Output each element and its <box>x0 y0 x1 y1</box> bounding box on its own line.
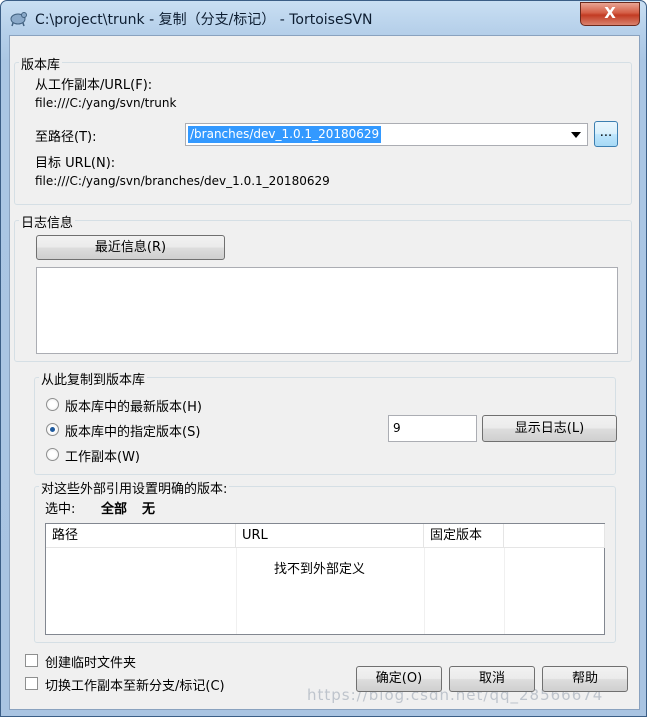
column-divider <box>424 548 425 634</box>
specific-revision-label[interactable]: 版本库中的指定版本(S) <box>65 421 200 440</box>
create-temp-folder-checkbox[interactable] <box>25 654 38 667</box>
empty-externals-message: 找不到外部定义 <box>274 562 366 577</box>
to-path-label: 至路径(T): <box>35 130 97 145</box>
from-path: file:///C:/yang/svn/trunk <box>35 96 177 110</box>
select-label: 选中: <box>45 502 76 517</box>
externals-group: 对这些外部引用设置明确的版本: 选中: 全部 无 路径 URL 固定版本 找不到… <box>34 478 616 643</box>
create-temp-folder-label[interactable]: 创建临时文件夹 <box>45 652 136 671</box>
radio-working-copy[interactable] <box>46 448 59 461</box>
column-url-label: URL <box>242 528 268 543</box>
close-icon: X <box>604 4 616 22</box>
column-url[interactable]: URL <box>236 524 424 548</box>
to-path-combo[interactable]: /branches/dev_1.0.1_20180629 <box>185 123 588 146</box>
copy-from-group: 从此复制到版本库 版本库中的最新版本(H) 版本库中的指定版本(S) 工作副本(… <box>34 369 617 475</box>
column-extra[interactable] <box>504 524 605 548</box>
externals-group-title: 对这些外部引用设置明确的版本: <box>39 478 230 497</box>
from-label: 从工作副本/URL(F): <box>35 78 153 93</box>
dialog-client: 版本库 从工作副本/URL(F): file:///C:/yang/svn/tr… <box>9 35 640 710</box>
chevron-down-icon[interactable] <box>571 132 581 138</box>
title-bar[interactable]: C:\project\trunk - 复制（分支/标记） - TortoiseS… <box>1 1 646 35</box>
dialog-window: C:\project\trunk - 复制（分支/标记） - TortoiseS… <box>0 0 647 717</box>
column-pinned-revision[interactable]: 固定版本 <box>424 524 504 548</box>
column-path[interactable]: 路径 <box>46 524 236 548</box>
column-pinned-label: 固定版本 <box>430 528 483 543</box>
select-none-link[interactable]: 无 <box>142 498 155 517</box>
column-path-label: 路径 <box>52 528 79 543</box>
target-url-label: 目标 URL(N): <box>35 156 116 171</box>
select-all-link[interactable]: 全部 <box>101 498 127 517</box>
recent-messages-button[interactable]: 最近信息(R) <box>36 235 225 260</box>
close-button[interactable]: X <box>580 2 640 26</box>
externals-list[interactable]: 路径 URL 固定版本 找不到外部定义 <box>45 523 605 635</box>
radio-head-revision[interactable] <box>46 398 59 411</box>
switch-working-copy-label[interactable]: 切换工作副本至新分支/标记(C) <box>45 675 225 694</box>
copy-from-group-title: 从此复制到版本库 <box>39 369 148 388</box>
switch-working-copy-checkbox[interactable] <box>25 677 38 690</box>
help-button[interactable]: 帮助 <box>542 666 628 692</box>
target-url-value: file:///C:/yang/svn/branches/dev_1.0.1_2… <box>35 174 330 188</box>
ok-label: 确定(O) <box>375 671 423 686</box>
help-label: 帮助 <box>571 671 598 686</box>
recent-messages-label: 最近信息(R) <box>94 240 167 255</box>
revision-input[interactable]: 9 <box>388 415 477 442</box>
browse-label: ... <box>599 125 613 140</box>
window-title: C:\project\trunk - 复制（分支/标记） - TortoiseS… <box>35 12 373 28</box>
tortoisesvn-icon <box>9 9 27 27</box>
cancel-label: 取消 <box>478 671 505 686</box>
radio-specific-revision[interactable] <box>46 423 59 436</box>
browse-button[interactable]: ... <box>594 121 618 147</box>
log-message-group: 日志信息 最近信息(R) <box>14 212 632 362</box>
to-path-value: /branches/dev_1.0.1_20180629 <box>188 126 382 143</box>
revision-value: 9 <box>393 421 401 435</box>
head-revision-label[interactable]: 版本库中的最新版本(H) <box>65 396 202 415</box>
working-copy-label[interactable]: 工作副本(W) <box>65 446 140 465</box>
ok-button[interactable]: 确定(O) <box>356 666 442 692</box>
show-log-label: 显示日志(L) <box>514 421 585 436</box>
log-group-title: 日志信息 <box>19 212 76 231</box>
log-message-input[interactable] <box>36 267 618 354</box>
cancel-button[interactable]: 取消 <box>449 666 535 692</box>
column-divider <box>504 548 505 634</box>
repository-group-title: 版本库 <box>19 54 63 73</box>
column-divider <box>236 548 237 634</box>
repository-group: 版本库 从工作副本/URL(F): file:///C:/yang/svn/tr… <box>14 54 632 205</box>
show-log-button[interactable]: 显示日志(L) <box>482 415 617 442</box>
